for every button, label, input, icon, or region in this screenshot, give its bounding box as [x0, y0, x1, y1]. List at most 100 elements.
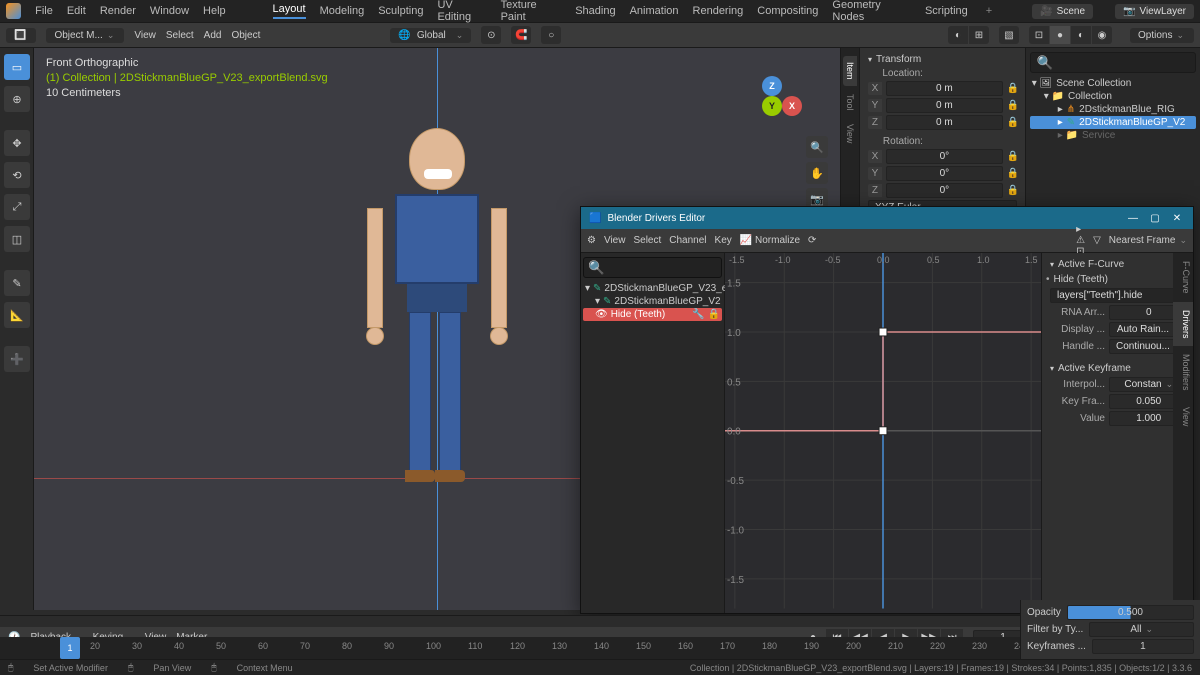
menu-help[interactable]: Help: [203, 5, 226, 17]
pan-icon[interactable]: ✋: [806, 162, 828, 184]
channel-child[interactable]: ▾ ✎ 2DStickmanBlueGP_V2: [583, 295, 722, 308]
solid-icon[interactable]: ●: [1050, 26, 1070, 44]
minimize-icon[interactable]: —: [1125, 211, 1141, 225]
move-tool[interactable]: ✥: [4, 130, 30, 156]
drivers-menu-key[interactable]: Key: [715, 235, 732, 246]
tab-view[interactable]: View: [843, 118, 857, 149]
add-cube-tool[interactable]: ➕: [4, 346, 30, 372]
xray-icon[interactable]: ▧: [999, 26, 1019, 44]
channel-search[interactable]: [583, 257, 722, 278]
vp-menu-view[interactable]: View: [134, 30, 156, 41]
ws-geonodes[interactable]: Geometry Nodes: [832, 0, 911, 23]
tab-view2[interactable]: View: [1173, 399, 1193, 434]
outliner-search[interactable]: [1030, 52, 1196, 73]
vp-menu-object[interactable]: Object: [231, 30, 260, 41]
normalize-toggle[interactable]: 📈 Normalize: [740, 235, 800, 246]
wireframe-icon[interactable]: ⊡: [1029, 26, 1049, 44]
rotate-tool[interactable]: ⟲: [4, 162, 30, 188]
matprev-icon[interactable]: ◐: [1071, 26, 1091, 44]
loc-z-field[interactable]: 0 m: [886, 115, 1003, 130]
drivers-menu-view[interactable]: View: [604, 235, 626, 246]
menu-window[interactable]: Window: [150, 5, 189, 17]
orientation-dropdown[interactable]: 🌐 Global: [390, 28, 471, 43]
snap-icon[interactable]: 🧲: [511, 26, 531, 44]
menu-render[interactable]: Render: [100, 5, 136, 17]
overlay-toggle-icon[interactable]: ⊞: [969, 26, 989, 44]
channel-hide-teeth[interactable]: 👁 Hide (Teeth) 🔧 🔒: [583, 308, 722, 321]
tab-fcurve[interactable]: F-Curve: [1173, 253, 1193, 302]
maximize-icon[interactable]: ▢: [1147, 211, 1163, 225]
pivot-icon[interactable]: ⊙: [481, 26, 501, 44]
vp-menu-select[interactable]: Select: [166, 30, 194, 41]
transform-header[interactable]: Transform: [864, 52, 1021, 67]
scene-selector[interactable]: 🎥 Scene: [1032, 4, 1093, 19]
rendered-icon[interactable]: ◉: [1092, 26, 1112, 44]
measure-tool[interactable]: 📐: [4, 302, 30, 328]
ws-layout[interactable]: Layout: [273, 3, 306, 19]
ws-scripting[interactable]: Scripting: [925, 5, 968, 17]
ws-texture[interactable]: Texture Paint: [501, 0, 562, 23]
nav-gizmo[interactable]: Z Y X: [742, 76, 802, 136]
channel-root[interactable]: ▾ ✎ 2DStickmanBlueGP_V23_e: [583, 282, 722, 295]
tab-drivers[interactable]: Drivers: [1173, 302, 1193, 347]
rot-x-field[interactable]: 0°: [886, 149, 1003, 164]
select-box-tool[interactable]: ▭: [4, 54, 30, 80]
gizmo-toggle-icon[interactable]: ◐: [948, 26, 968, 44]
drivers-graph[interactable]: 1.51.00.50.0-0.5-1.0-1.5 -1.5-1.0-0.50.0…: [725, 253, 1041, 613]
add-workspace-icon[interactable]: +: [982, 5, 996, 17]
mode-dropdown[interactable]: Object M...: [46, 28, 124, 43]
loc-x-field[interactable]: 0 m: [886, 81, 1003, 96]
transform-tool[interactable]: ◫: [4, 226, 30, 252]
scale-tool[interactable]: ⤢: [4, 194, 30, 220]
ws-rendering[interactable]: Rendering: [693, 5, 744, 17]
playhead[interactable]: 1: [60, 637, 80, 659]
filter-dropdown[interactable]: All: [1089, 622, 1194, 637]
ws-uv[interactable]: UV Editing: [437, 0, 486, 23]
drivers-editor-type[interactable]: ⚙: [587, 235, 596, 246]
tab-item[interactable]: Item: [843, 56, 857, 86]
ws-compositing[interactable]: Compositing: [757, 5, 818, 17]
cursor-tool[interactable]: ⊕: [4, 86, 30, 112]
menu-edit[interactable]: Edit: [67, 5, 86, 17]
rna-path-field[interactable]: layers["Teeth"].hide: [1050, 288, 1188, 303]
zoom-icon[interactable]: 🔍: [806, 136, 828, 158]
axis-y-icon[interactable]: Y: [762, 96, 782, 116]
tree-collection[interactable]: ▾ 📁 Collection: [1030, 90, 1196, 103]
vp-menu-add[interactable]: Add: [204, 30, 222, 41]
filter-icon[interactable]: ▽: [1093, 235, 1101, 246]
rot-z-field[interactable]: 0°: [886, 183, 1003, 198]
tab-modifiers[interactable]: Modifiers: [1173, 346, 1193, 399]
annotate-tool[interactable]: ✎: [4, 270, 30, 296]
opacity-slider[interactable]: 0.500: [1067, 605, 1194, 620]
ws-sculpting[interactable]: Sculpting: [378, 5, 423, 17]
proportional-icon[interactable]: ○: [541, 26, 561, 44]
drivers-menu-select[interactable]: Select: [633, 235, 661, 246]
tree-scene-collection[interactable]: ▾ 🖼 Scene Collection: [1030, 77, 1196, 90]
ws-animation[interactable]: Animation: [630, 5, 679, 17]
tree-item-rig[interactable]: ▸ ⋔ 2DstickmanBlue_RIG: [1030, 103, 1196, 116]
close-icon[interactable]: ✕: [1169, 211, 1185, 225]
ws-shading[interactable]: Shading: [575, 5, 615, 17]
loc-y-field[interactable]: 0 m: [886, 98, 1003, 113]
keyframe-header[interactable]: Active Keyframe: [1046, 361, 1192, 376]
axis-z-icon[interactable]: Z: [762, 76, 782, 96]
axis-x-icon[interactable]: X: [782, 96, 802, 116]
drivers-menu-channel[interactable]: Channel: [669, 235, 706, 246]
editor-type-dropdown[interactable]: 🔳: [6, 28, 36, 43]
snap-mode-dropdown[interactable]: Nearest Frame: [1109, 235, 1187, 246]
fcurve-header[interactable]: Active F-Curve: [1046, 257, 1192, 272]
rot-y-field[interactable]: 0°: [886, 166, 1003, 181]
ws-modeling[interactable]: Modeling: [320, 5, 365, 17]
viewlayer-selector[interactable]: 📷 ViewLayer: [1115, 4, 1194, 19]
character-mesh[interactable]: [377, 128, 497, 508]
menu-file[interactable]: File: [35, 5, 53, 17]
refresh-icon[interactable]: ⟳: [808, 235, 816, 246]
keyframes-field[interactable]: 1: [1092, 639, 1194, 654]
options-dropdown[interactable]: Options: [1130, 28, 1194, 43]
tree-item-gp[interactable]: ▸ ✎ 2DStickmanBlueGP_V2: [1030, 116, 1196, 129]
drivers-titlebar[interactable]: 🟦 Blender Drivers Editor — ▢ ✕: [581, 207, 1193, 229]
tree-item-service[interactable]: ▸ 📁 Service: [1030, 129, 1196, 142]
tab-tool[interactable]: Tool: [843, 88, 857, 117]
snap2-icon[interactable]: ⚠: [1076, 235, 1085, 246]
pivot-icon2[interactable]: ▸: [1076, 224, 1085, 235]
